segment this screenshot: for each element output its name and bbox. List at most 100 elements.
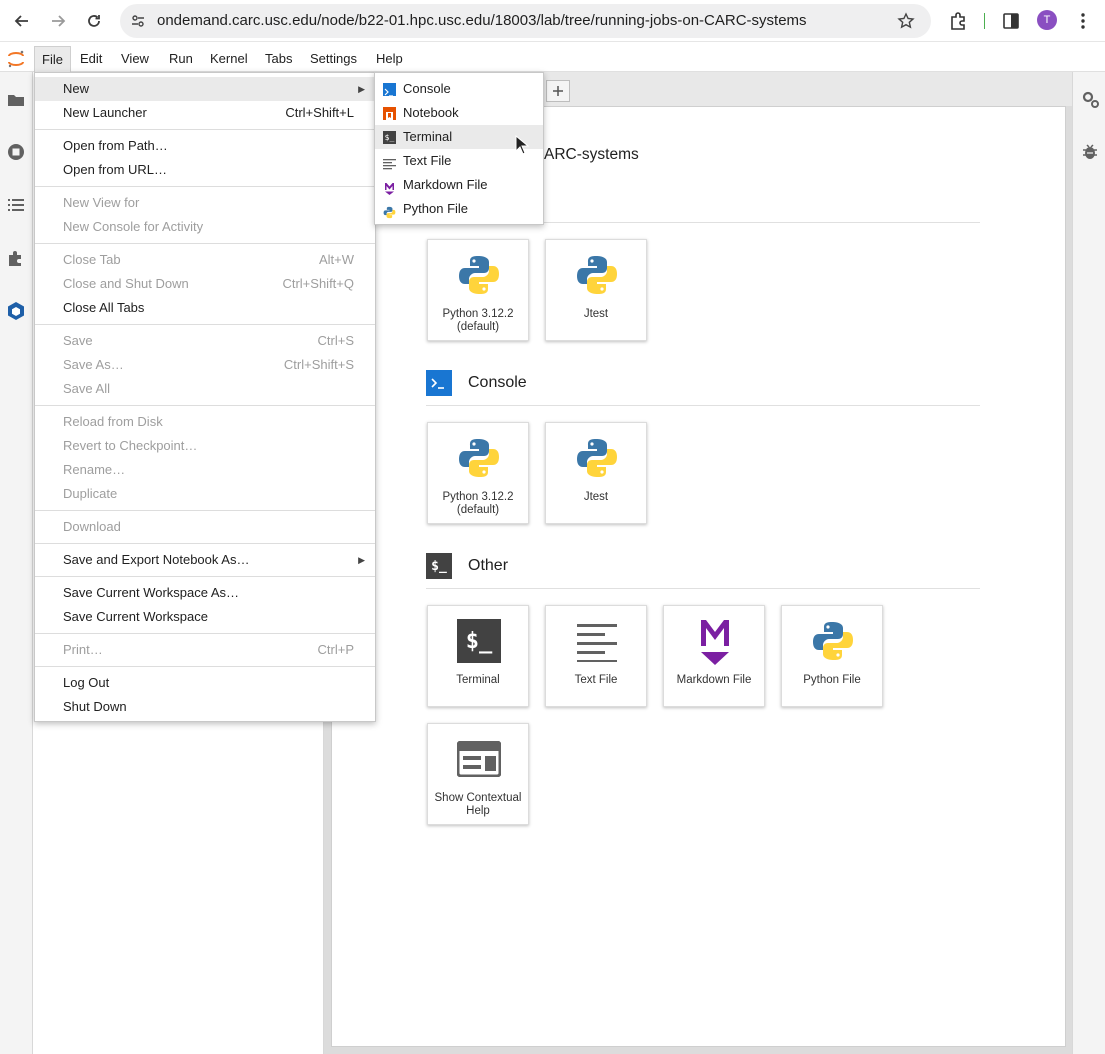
file-menu-save-as[interactable]: Save As… Ctrl+Shift+S (35, 353, 375, 377)
launcher-card-terminal[interactable]: $_ Terminal (427, 605, 529, 707)
file-menu-duplicate[interactable]: Duplicate (35, 482, 375, 506)
menu-separator (35, 186, 375, 187)
card-label: Show Contextual Help (434, 792, 522, 817)
other-section-icon: $_ (426, 553, 452, 579)
extensions-puzzle-icon[interactable] (948, 11, 968, 36)
file-menu-close-tab[interactable]: Close Tab Alt+W (35, 248, 375, 272)
file-menu-save[interactable]: Save Ctrl+S (35, 329, 375, 353)
file-menu-close-all-tabs[interactable]: Close All Tabs (35, 296, 375, 320)
submenu-arrow-icon: ▶ (358, 84, 365, 94)
file-menu-shut-down[interactable]: Shut Down (35, 695, 375, 719)
reload-icon[interactable] (80, 7, 108, 35)
new-submenu-python-file[interactable]: Python File (375, 197, 543, 221)
property-inspector-gears-icon[interactable] (1080, 89, 1100, 114)
menu-separator (35, 405, 375, 406)
file-menu-rename[interactable]: Rename… (35, 458, 375, 482)
back-arrow-icon[interactable] (8, 7, 36, 35)
file-menu-save-and-export[interactable]: Save and Export Notebook As… ▶ (35, 548, 375, 572)
menu-tabs[interactable]: Tabs (258, 46, 299, 72)
launcher-card-notebook-python[interactable]: Python 3.12.2 (default) (427, 239, 529, 341)
side-panel-icon[interactable] (1002, 12, 1020, 35)
python-icon (573, 431, 621, 485)
file-menu-new[interactable]: New ▶ (35, 77, 375, 101)
file-menu-download[interactable]: Download (35, 515, 375, 539)
launcher-card-contextual-help[interactable]: Show Contextual Help (427, 723, 529, 825)
file-menu-save-workspace-as[interactable]: Save Current Workspace As… (35, 581, 375, 605)
add-tab-button[interactable] (546, 80, 570, 102)
card-label: Python 3.12.2 (default) (442, 308, 514, 333)
file-menu-save-workspace[interactable]: Save Current Workspace (35, 605, 375, 629)
file-menu-open-from-path[interactable]: Open from Path… (35, 134, 375, 158)
file-menu-reload-from-disk[interactable]: Reload from Disk (35, 410, 375, 434)
notebook-icon (383, 107, 396, 121)
other-section-title: Other (468, 557, 509, 574)
extension-manager-icon[interactable] (6, 248, 26, 268)
menu-help[interactable]: Help (369, 46, 410, 72)
python-icon (573, 248, 621, 302)
file-menu-new-launcher[interactable]: New Launcher Ctrl+Shift+L (35, 101, 375, 125)
menu-separator (35, 510, 375, 511)
menu-edit[interactable]: Edit (73, 46, 109, 72)
terminal-icon: $_ (455, 614, 503, 668)
address-bar[interactable]: ondemand.carc.usc.edu/node/b22-01.hpc.us… (120, 4, 931, 38)
file-menu-save-all[interactable]: Save All (35, 377, 375, 401)
url-text[interactable]: ondemand.carc.usc.edu/node/b22-01.hpc.us… (157, 12, 807, 29)
menu-file[interactable]: File (34, 46, 71, 72)
file-menu-new-console-for-activity[interactable]: New Console for Activity (35, 215, 375, 239)
menu-run[interactable]: Run (162, 46, 200, 72)
launcher-card-console-jtest[interactable]: Jtest (545, 422, 647, 524)
menu-settings[interactable]: Settings (303, 46, 364, 72)
menu-separator (35, 243, 375, 244)
launcher-panel: ARC-systems Python 3.12.2 (default) Jtest… (331, 106, 1066, 1047)
menu-view[interactable]: View (114, 46, 156, 72)
markdown-icon (691, 614, 739, 668)
contextual-help-icon (455, 732, 503, 786)
toolbar-divider (984, 13, 985, 29)
file-menu-close-and-shut-down[interactable]: Close and Shut Down Ctrl+Shift+Q (35, 272, 375, 296)
menu-separator (35, 666, 375, 667)
new-submenu-notebook[interactable]: Notebook (375, 101, 543, 125)
browser-menu-icon[interactable] (1075, 11, 1091, 36)
menu-separator (35, 129, 375, 130)
card-label: Terminal (456, 674, 500, 686)
new-submenu-markdown-file[interactable]: Markdown File (375, 173, 543, 197)
hexagon-extension-icon[interactable] (6, 301, 26, 321)
menu-separator (35, 324, 375, 325)
right-sidebar (1072, 72, 1105, 1054)
folder-icon[interactable] (6, 90, 26, 110)
profile-avatar[interactable]: T (1037, 10, 1057, 30)
bookmark-star-icon[interactable] (897, 12, 915, 35)
launcher-card-text-file[interactable]: Text File (545, 605, 647, 707)
python-icon (383, 203, 396, 219)
card-label: Python 3.12.2 (default) (442, 491, 514, 516)
console-section-icon (426, 370, 452, 396)
launcher-card-markdown-file[interactable]: Markdown File (663, 605, 765, 707)
forward-arrow-icon[interactable] (44, 7, 72, 35)
file-menu-log-out[interactable]: Log Out (35, 671, 375, 695)
launcher-card-notebook-jtest[interactable]: Jtest (545, 239, 647, 341)
menu-kernel[interactable]: Kernel (203, 46, 255, 72)
terminal-icon: $_ (383, 131, 396, 144)
left-sidebar (0, 72, 33, 1054)
file-menu-dropdown: New ▶ New Launcher Ctrl+Shift+L Open from … (34, 72, 376, 722)
file-menu-open-from-url[interactable]: Open from URL… (35, 158, 375, 182)
file-menu-revert-to-checkpoint[interactable]: Revert to Checkpoint… (35, 434, 375, 458)
markdown-icon (383, 179, 396, 195)
launcher-heading: ARC-systems (544, 146, 639, 163)
launcher-card-console-python[interactable]: Python 3.12.2 (default) (427, 422, 529, 524)
console-section-divider (426, 405, 980, 406)
python-icon (809, 614, 857, 668)
card-label: Text File (574, 674, 618, 686)
menu-separator (35, 576, 375, 577)
submenu-arrow-icon: ▶ (358, 555, 365, 565)
debugger-bug-icon[interactable] (1080, 142, 1100, 167)
running-sessions-icon[interactable] (6, 142, 26, 162)
table-of-contents-icon[interactable] (6, 195, 26, 215)
new-submenu-console[interactable]: Console (375, 77, 543, 101)
launcher-card-python-file[interactable]: Python File (781, 605, 883, 707)
file-menu-new-view[interactable]: New View for (35, 191, 375, 215)
card-label: Jtest (583, 308, 609, 320)
site-info-icon[interactable] (130, 13, 146, 34)
menu-separator (35, 633, 375, 634)
file-menu-print[interactable]: Print… Ctrl+P (35, 638, 375, 662)
